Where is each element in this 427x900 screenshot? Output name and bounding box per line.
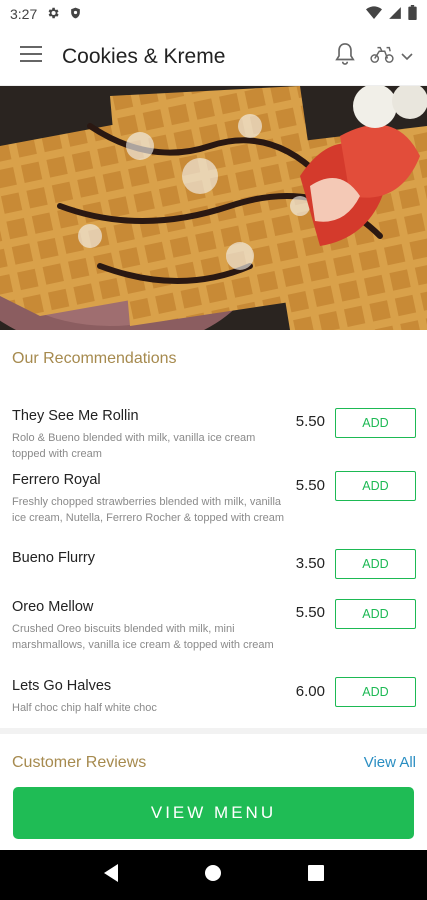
section-divider (0, 728, 427, 734)
reviews-title: Customer Reviews (12, 754, 147, 771)
status-time: 3:27 (10, 6, 38, 22)
recents-button[interactable] (296, 855, 336, 895)
system-nav-bar (0, 850, 427, 900)
notifications-button[interactable] (327, 28, 363, 86)
status-bar: 3:27 (0, 0, 427, 28)
add-button[interactable]: ADD (335, 408, 416, 438)
item-name: They See Me Rollin (12, 408, 139, 424)
signal-icon (388, 6, 402, 23)
item-name: Lets Go Halves (12, 678, 112, 694)
delivery-mode-selector[interactable] (369, 28, 413, 86)
recommendations-title: Our Recommendations (12, 350, 177, 367)
item-price: 6.00 (295, 683, 325, 700)
home-button[interactable] (193, 855, 233, 895)
back-button[interactable] (91, 855, 131, 895)
view-all-link[interactable]: View All (364, 754, 416, 771)
app-bar: Cookies & Kreme (0, 28, 427, 86)
item-description: Rolo & Bueno blended with milk, vanilla … (12, 432, 256, 460)
chevron-down-icon (401, 48, 413, 66)
battery-icon (408, 5, 417, 23)
home-icon (204, 864, 222, 887)
hamburger-menu-icon (20, 45, 42, 68)
hero-waffle-image (0, 86, 427, 330)
item-description: Freshly chopped strawberries blended wit… (12, 496, 285, 524)
item-price: 3.50 (295, 555, 325, 572)
add-button[interactable]: ADD (335, 677, 416, 707)
item-description: Crushed Oreo biscuits blended with milk,… (12, 623, 274, 651)
add-button[interactable]: ADD (335, 599, 416, 629)
add-button[interactable]: ADD (335, 549, 416, 579)
item-name: Bueno Flurry (12, 550, 96, 566)
add-button[interactable]: ADD (335, 471, 416, 501)
bell-icon (334, 42, 356, 71)
item-price: 5.50 (295, 477, 325, 494)
menu-button[interactable] (0, 28, 62, 86)
item-name: Oreo Mellow (12, 599, 94, 615)
scooter-icon (369, 44, 395, 69)
view-menu-button[interactable]: VIEW MENU (13, 787, 414, 839)
item-price: 5.50 (295, 413, 325, 430)
page-title: Cookies & Kreme (62, 44, 226, 68)
shield-icon (69, 6, 82, 23)
wifi-icon (366, 5, 382, 23)
gear-icon (46, 6, 60, 23)
item-price: 5.50 (295, 604, 325, 621)
item-name: Ferrero Royal (12, 472, 101, 488)
back-icon (102, 863, 120, 888)
item-description: Half choc chip half white choc (12, 702, 157, 714)
recents-icon (307, 864, 324, 886)
